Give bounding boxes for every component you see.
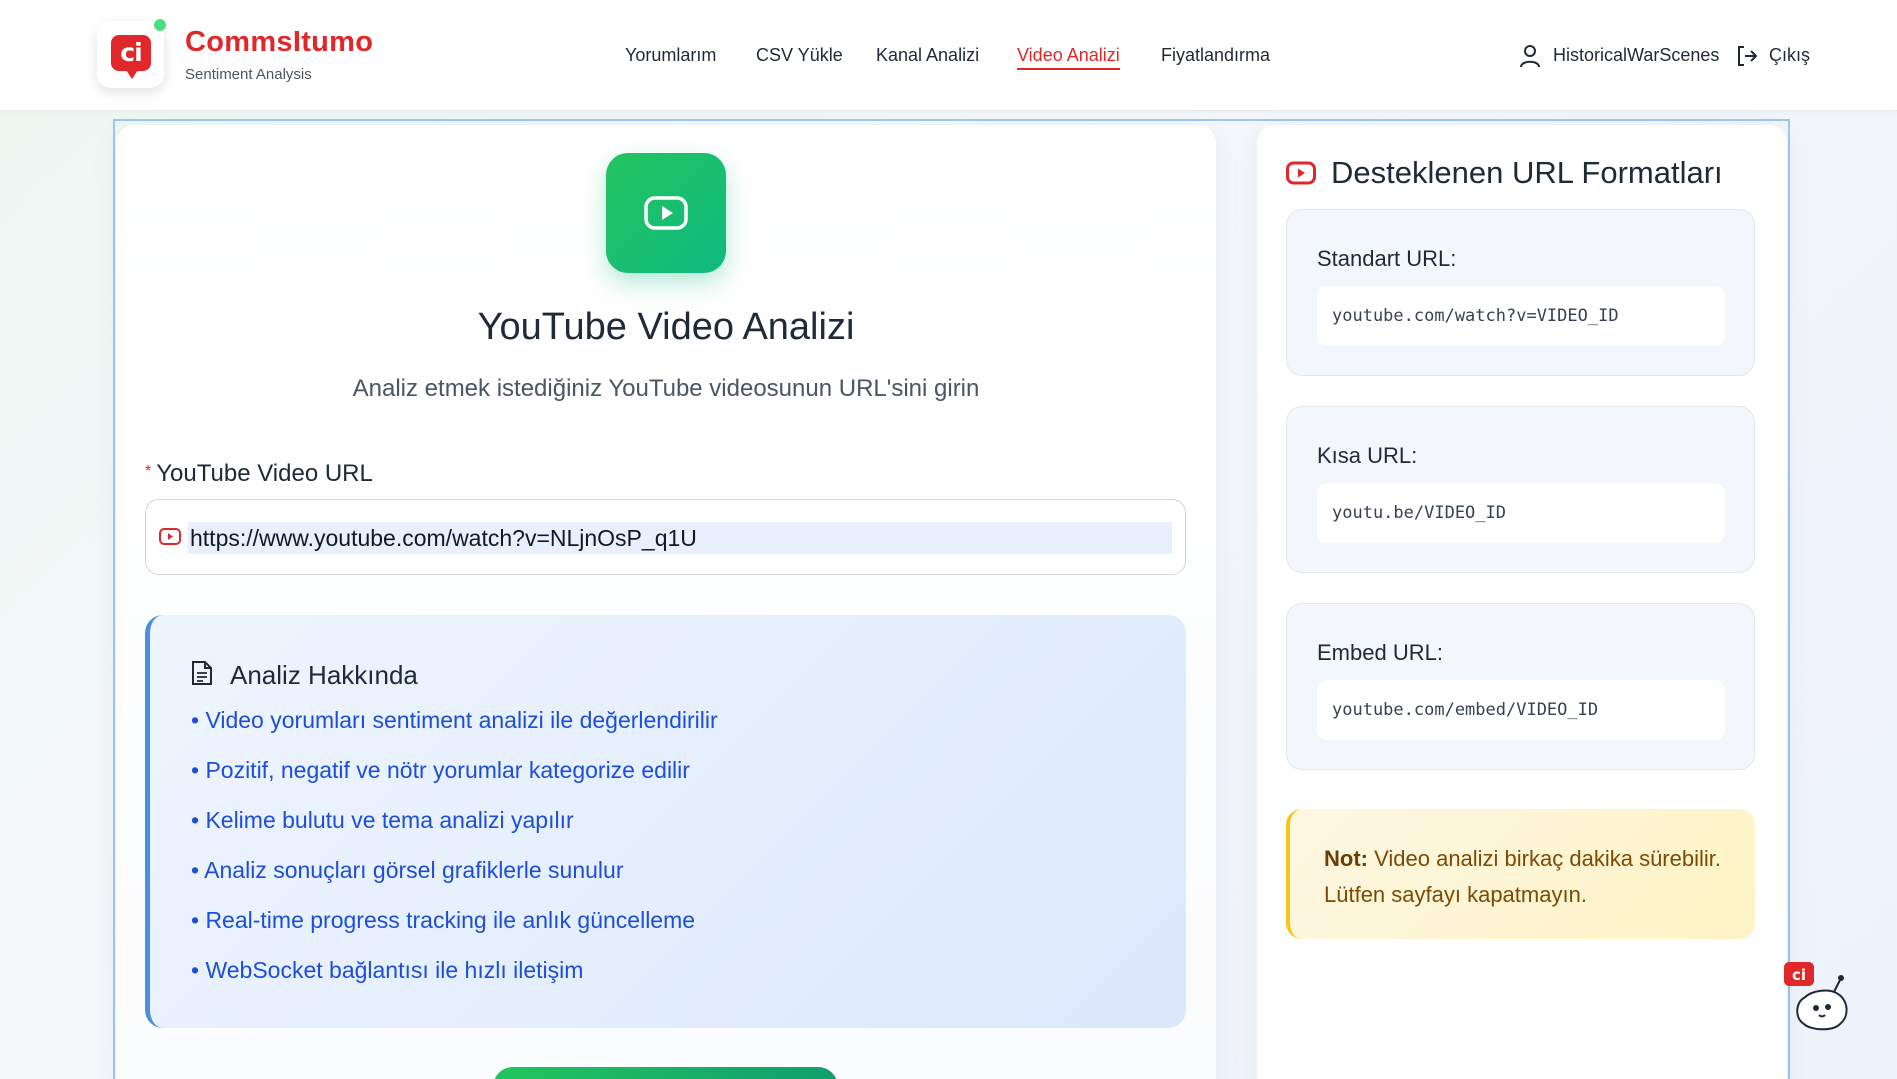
analyze-button[interactable] — [493, 1067, 838, 1079]
about-title: Analiz Hakkında — [230, 660, 418, 690]
nav-fiyatlandirma[interactable]: Fiyatlandırma — [1161, 45, 1270, 66]
top-header: ci CommsItumo Sentiment Analysis Yorumla… — [0, 0, 1897, 111]
format-label: Embed URL: — [1317, 640, 1443, 665]
youtube-play-icon — [644, 196, 688, 230]
formats-title: Desteklenen URL Formatları — [1331, 155, 1723, 190]
youtube-icon — [1286, 161, 1316, 185]
list-item: • Kelime bulutu ve tema analizi yapılır — [191, 807, 574, 833]
list-item: • WebSocket bağlantısı ile hızlı iletişi… — [191, 957, 584, 983]
url-input-container[interactable] — [145, 499, 1186, 575]
note-box: Not: Video analizi birkaç dakika sürebil… — [1286, 809, 1755, 939]
url-field-label-text: YouTube Video URL — [156, 460, 373, 487]
username-link[interactable]: HistoricalWarScenes — [1553, 45, 1719, 66]
nav-video-analizi[interactable]: Video Analizi — [1017, 45, 1120, 70]
youtube-icon — [159, 528, 181, 545]
note-label: Not: — [1324, 846, 1368, 871]
app-logo[interactable]: ci — [97, 17, 168, 88]
document-icon — [192, 661, 212, 685]
nav-yorumlarim[interactable]: Yorumlarım — [625, 45, 716, 66]
svg-text:ci: ci — [1792, 966, 1806, 984]
list-item: • Analiz sonuçları görsel grafiklerle su… — [191, 857, 624, 883]
note-body: Video analizi birkaç dakika sürebilir. L… — [1324, 846, 1721, 907]
list-item: • Video yorumları sentiment analizi ile … — [191, 707, 718, 733]
about-list: • Video yorumları sentiment analizi ile … — [191, 704, 718, 1004]
format-example: youtube.com/watch?v=VIDEO_ID — [1317, 286, 1725, 346]
url-field-label: * YouTube Video URL — [145, 460, 373, 488]
brand-tagline: Sentiment Analysis — [185, 66, 312, 83]
format-card-short: Kısa URL: youtu.be/VIDEO_ID — [1286, 406, 1755, 573]
logout-icon[interactable] — [1735, 44, 1759, 68]
page-title: YouTube Video Analizi — [477, 306, 855, 348]
format-example: youtube.com/embed/VIDEO_ID — [1317, 680, 1725, 740]
format-card-embed: Embed URL: youtube.com/embed/VIDEO_ID — [1286, 603, 1755, 770]
list-item: • Pozitif, negatif ve nötr yorumlar kate… — [191, 757, 690, 783]
online-status-dot — [152, 17, 168, 33]
logout-button[interactable]: Çıkış — [1769, 45, 1810, 66]
user-icon — [1520, 45, 1540, 68]
format-label: Standart URL: — [1317, 246, 1457, 271]
format-label: Kısa URL: — [1317, 443, 1418, 468]
list-item: • Real-time progress tracking ile anlık … — [191, 907, 696, 933]
note-text: Not: Video analizi birkaç dakika sürebil… — [1324, 841, 1744, 913]
required-mark: * — [145, 463, 152, 480]
nav-kanal-analizi[interactable]: Kanal Analizi — [876, 45, 979, 66]
youtube-url-input[interactable] — [188, 522, 1172, 554]
mascot-icon[interactable]: ci — [1782, 958, 1862, 1038]
youtube-badge — [606, 153, 726, 273]
format-card-standard: Standart URL: youtube.com/watch?v=VIDEO_… — [1286, 209, 1755, 376]
logo-chat-bubble-icon: ci — [111, 35, 151, 79]
page-subtitle: Analiz etmek istediğiniz YouTube videosu… — [352, 375, 980, 402]
nav-csv-yukle[interactable]: CSV Yükle — [756, 45, 843, 66]
brand-name[interactable]: CommsItumo — [185, 26, 373, 59]
format-example: youtu.be/VIDEO_ID — [1317, 483, 1725, 543]
